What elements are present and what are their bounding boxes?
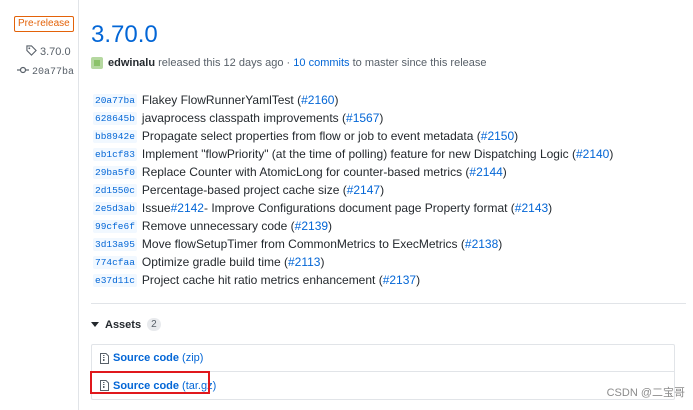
commit-sha: 20a77ba [32, 66, 75, 78]
commit-message-tail: ) [334, 93, 339, 107]
commit-message: Issue [141, 201, 171, 215]
released-text: released this 12 days ago · [158, 57, 291, 69]
commit-sha-link[interactable]: 628645b [93, 111, 137, 125]
commit-message-tail: ) [416, 273, 421, 287]
commit-message: javaprocess classpath improvements ( [141, 111, 347, 125]
commit-list: 20a77ba Flakey FlowRunnerYamlTest (#2160… [93, 91, 613, 289]
avatar[interactable] [91, 57, 103, 69]
assets-label: Assets [105, 318, 142, 331]
pr-link[interactable]: #2139 [295, 219, 328, 233]
commit-sha-link[interactable]: 774cfaa [93, 255, 137, 269]
commit-message-tail: ) [502, 165, 507, 179]
commit-message: Percentage-based project cache size ( [141, 183, 347, 197]
commit-message: Optimize gradle build time ( [141, 255, 288, 269]
list-item: 29ba5f0 Replace Counter with AtomicLong … [93, 163, 613, 181]
list-item: eb1cf83 Implement "flowPriority" (at the… [93, 145, 613, 163]
pr-link[interactable]: #2137 [383, 273, 416, 287]
release-title[interactable]: 3.70.0 [91, 20, 158, 50]
commit-sha-link[interactable]: 3d13a95 [93, 237, 137, 251]
commit-message-tail: ) [514, 129, 519, 143]
divider [91, 303, 686, 304]
pr-link[interactable]: #2113 [288, 255, 320, 269]
commit-message-tail: ) [328, 219, 333, 233]
commit-sha-link[interactable]: 20a77ba [93, 93, 137, 107]
pr-link[interactable]: #2140 [576, 147, 609, 161]
list-item: 20a77ba Flakey FlowRunnerYamlTest (#2160… [93, 91, 613, 109]
commit-link[interactable]: 20a77ba [17, 66, 74, 78]
commits-suffix: to master since this release [352, 57, 487, 69]
commit-icon [17, 66, 29, 78]
commit-sha-link[interactable]: eb1cf83 [93, 147, 137, 161]
commit-message: Move flowSetupTimer from CommonMetrics t… [141, 237, 465, 251]
tag-icon [26, 45, 37, 59]
release-meta: edwinalu released this 12 days ago · 10 … [91, 57, 486, 69]
commit-message-tail: ) [380, 183, 385, 197]
pr-link[interactable]: #1567 [346, 111, 379, 125]
commit-message: Implement "flowPriority" (at the time of… [141, 147, 576, 161]
commit-sha-link[interactable]: bb8942e [93, 129, 137, 143]
commit-message-tail: ) [498, 237, 503, 251]
list-item: bb8942e Propagate select properties from… [93, 127, 613, 145]
pr-link[interactable]: #2147 [347, 183, 380, 197]
assets-toggle[interactable]: Assets 2 [91, 318, 161, 331]
commit-sha-link[interactable]: 2e5d3ab [93, 201, 137, 215]
list-item: e37d11c Project cache hit ratio metrics … [93, 271, 613, 289]
commit-sha-link[interactable]: e37d11c [93, 273, 137, 287]
pr-link[interactable]: #2143 [515, 201, 548, 215]
commit-message-tail: ) [320, 255, 325, 269]
commit-message: Replace Counter with AtomicLong for coun… [141, 165, 470, 179]
commit-sha-link[interactable]: 2d1550c [93, 183, 137, 197]
pre-release-badge: Pre-release [14, 16, 74, 32]
pr-link[interactable]: #2160 [301, 93, 334, 107]
list-item: 99cfe6f Remove unnecessary code (#2139) [93, 217, 613, 235]
list-item: 2d1550c Percentage-based project cache s… [93, 181, 613, 199]
commits-link[interactable]: 10 commits [293, 57, 349, 69]
list-item: 2e5d3ab Issue #2142 - Improve Configurat… [93, 199, 613, 217]
highlight-box [90, 371, 210, 394]
commit-message: Propagate select properties from flow or… [141, 129, 481, 143]
asset-name[interactable]: Source code [113, 352, 179, 364]
pr-link[interactable]: #2144 [469, 165, 502, 179]
commit-message: Project cache hit ratio metrics enhancem… [141, 273, 383, 287]
caret-down-icon [91, 322, 99, 327]
commit-message-tail: ) [609, 147, 614, 161]
author-link[interactable]: edwinalu [108, 57, 155, 69]
list-item: 3d13a95 Move flowSetupTimer from CommonM… [93, 235, 613, 253]
pr-link[interactable]: #2138 [465, 237, 498, 251]
commit-sha-link[interactable]: 29ba5f0 [93, 165, 137, 179]
list-item: 774cfaa Optimize gradle build time (#211… [93, 253, 613, 271]
commit-message: Flakey FlowRunnerYamlTest ( [141, 93, 302, 107]
release-sidebar: Pre-release 3.70.0 20a77ba [0, 0, 79, 410]
commit-message-tail: ) [548, 201, 553, 215]
assets-count: 2 [147, 318, 161, 331]
commit-sha-link[interactable]: 99cfe6f [93, 219, 137, 233]
pr-link[interactable]: #2150 [481, 129, 514, 143]
tag-name: 3.70.0 [40, 46, 71, 58]
file-zip-icon [100, 352, 109, 364]
issue-link[interactable]: #2142 [171, 201, 204, 215]
commit-message-tail: - Improve Configurations document page P… [203, 201, 515, 215]
commit-message-tail: ) [379, 111, 384, 125]
watermark: CSDN @二宝哥 [606, 387, 685, 399]
list-item: 628645b javaprocess classpath improvemen… [93, 109, 613, 127]
tag-link[interactable]: 3.70.0 [26, 45, 71, 59]
asset-format: (zip) [182, 352, 204, 364]
asset-source-zip[interactable]: Source code (zip) [92, 345, 674, 372]
commit-message: Remove unnecessary code ( [141, 219, 295, 233]
